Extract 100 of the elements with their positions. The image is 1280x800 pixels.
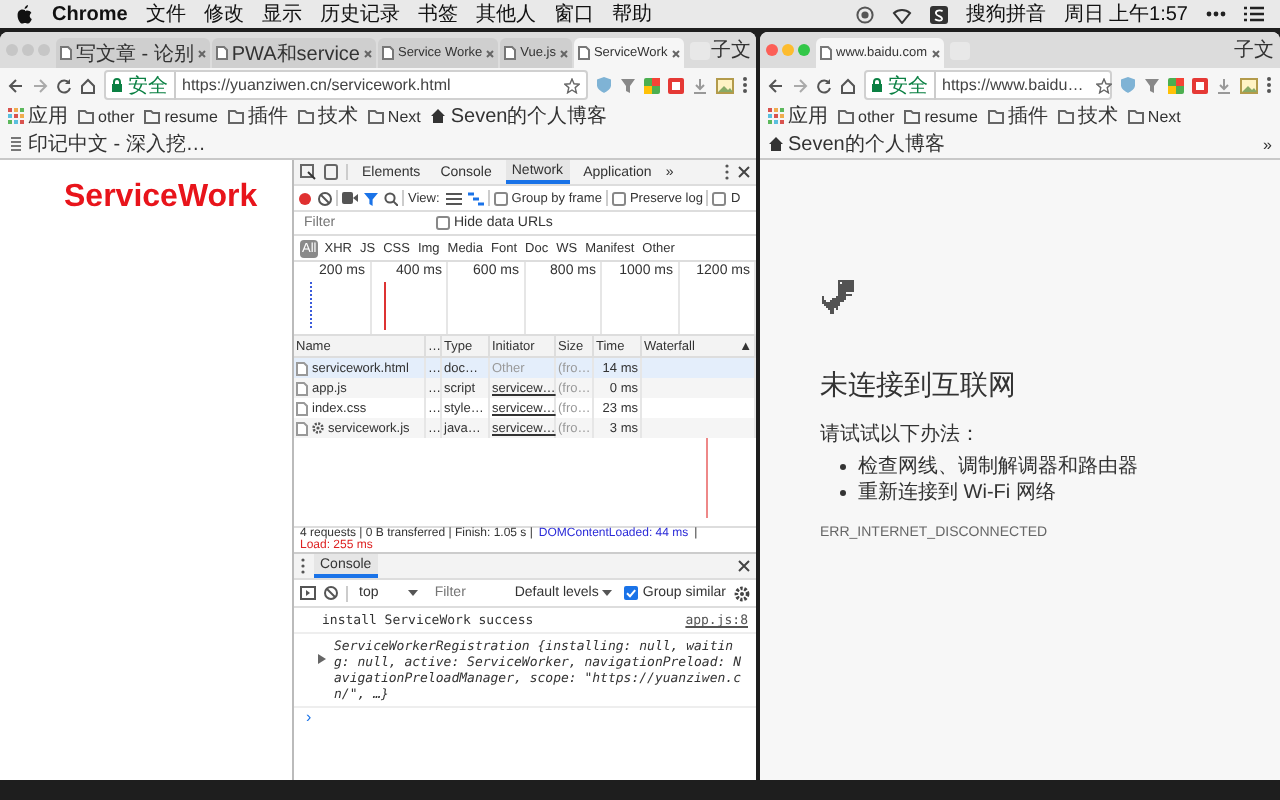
- lock-icon: [112, 78, 122, 92]
- page-favicon-icon: [60, 46, 72, 60]
- address-bar[interactable]: 安全 https://yuanziwen.cn/servicework.html: [104, 70, 588, 100]
- input-method-icon[interactable]: [929, 5, 948, 23]
- download-icon[interactable]: [1216, 77, 1232, 93]
- search-icon[interactable]: [384, 191, 398, 205]
- bookmark-item[interactable]: other: [838, 107, 895, 125]
- menu-icon[interactable]: [1266, 76, 1272, 94]
- extension-icon[interactable]: [668, 77, 684, 93]
- checkbox[interactable]: [712, 191, 727, 205]
- menu-icon[interactable]: [724, 164, 730, 180]
- image-icon[interactable]: [1240, 77, 1258, 93]
- menu-item[interactable]: 修改: [203, 0, 244, 28]
- close-icon[interactable]: [486, 49, 495, 57]
- bookmark-item[interactable]: 插件: [987, 102, 1048, 130]
- list-icon[interactable]: [1244, 6, 1264, 22]
- device-icon[interactable]: [324, 164, 338, 180]
- address-bar[interactable]: 安全 https://www.baidu…: [864, 70, 1112, 100]
- extension-icon[interactable]: [644, 77, 660, 93]
- settings-icon[interactable]: [734, 585, 750, 601]
- close-icon[interactable]: [738, 560, 750, 572]
- caret-icon: [602, 590, 613, 596]
- close-icon[interactable]: [197, 49, 206, 57]
- list-view-icon[interactable]: [445, 191, 462, 205]
- filter-icon[interactable]: [364, 191, 378, 205]
- menu-item[interactable]: 其他人: [475, 0, 536, 28]
- more-dots-icon[interactable]: [1206, 10, 1226, 18]
- page-favicon-icon: [504, 46, 517, 60]
- bookmark-item[interactable]: other: [78, 107, 135, 125]
- back-icon[interactable]: [768, 77, 784, 93]
- star-icon[interactable]: [1095, 77, 1112, 93]
- browser-tab[interactable]: 写文章 - 论别: [56, 38, 210, 68]
- bookmark-item[interactable]: 应用: [768, 102, 828, 130]
- download-icon[interactable]: [692, 77, 708, 93]
- close-icon[interactable]: [559, 49, 568, 57]
- waterfall-view-icon[interactable]: [467, 191, 484, 205]
- bookmark-item[interactable]: resume: [904, 107, 978, 125]
- reload-icon[interactable]: [56, 77, 72, 93]
- checkbox[interactable]: [611, 191, 626, 205]
- bookmark-item[interactable]: 插件: [227, 102, 288, 130]
- menu-item[interactable]: 窗口: [553, 0, 594, 28]
- menu-item[interactable]: 显示: [261, 0, 302, 28]
- bookmarks-overflow-button[interactable]: »: [1263, 135, 1272, 153]
- apple-icon[interactable]: [16, 4, 34, 24]
- bookmark-item[interactable]: Next: [367, 107, 421, 125]
- apps-grid-icon: [768, 108, 784, 124]
- camera-icon[interactable]: [342, 192, 358, 204]
- wifi-icon[interactable]: [891, 5, 912, 23]
- close-icon[interactable]: [363, 49, 372, 57]
- clock[interactable]: 周日 上午1:57: [1063, 0, 1188, 28]
- funnel-icon[interactable]: [620, 77, 636, 93]
- home-icon[interactable]: [840, 77, 856, 93]
- bookmark-item[interactable]: Seven的个人博客: [430, 102, 608, 130]
- page-favicon-icon: [381, 46, 394, 60]
- url-text[interactable]: https://www.baidu…: [942, 76, 1084, 94]
- record-icon[interactable]: [298, 191, 312, 205]
- inspect-icon[interactable]: [300, 164, 316, 180]
- close-icon[interactable]: [671, 49, 680, 57]
- bookmark-item[interactable]: 印记中文 - 深入挖…: [8, 130, 206, 158]
- menu-item[interactable]: 书签: [417, 0, 458, 28]
- expand-arrow-icon[interactable]: [318, 654, 326, 664]
- menu-item[interactable]: 帮助: [611, 0, 652, 28]
- reload-icon[interactable]: [816, 77, 832, 93]
- app-menu[interactable]: Chrome: [52, 3, 128, 25]
- sidebar-icon[interactable]: [300, 586, 316, 600]
- extension-icon[interactable]: [1192, 77, 1208, 93]
- page-icon: [8, 136, 24, 152]
- menu-item[interactable]: 历史记录: [319, 0, 400, 28]
- checkbox[interactable]: [436, 216, 450, 230]
- funnel-icon[interactable]: [1144, 77, 1160, 93]
- bookmark-item[interactable]: Seven的个人博客: [768, 130, 945, 158]
- bookmark-item[interactable]: 技术: [297, 102, 358, 130]
- input-method-label[interactable]: 搜狗拼音: [965, 0, 1046, 28]
- close-icon[interactable]: [931, 49, 940, 57]
- close-icon[interactable]: [738, 166, 750, 178]
- clear-icon[interactable]: [324, 586, 338, 600]
- gear-icon: [312, 422, 324, 434]
- extension-icon[interactable]: [1168, 77, 1184, 93]
- star-icon[interactable]: [564, 77, 580, 93]
- bookmark-item[interactable]: Next: [1127, 107, 1181, 125]
- bookmark-item[interactable]: 应用: [8, 102, 68, 130]
- bookmark-item[interactable]: resume: [144, 107, 218, 125]
- checkbox[interactable]: [493, 191, 508, 205]
- url-text[interactable]: https://yuanziwen.cn/servicework.html: [182, 76, 451, 94]
- house-icon: [430, 108, 447, 124]
- home-icon[interactable]: [80, 77, 96, 93]
- image-icon[interactable]: [716, 77, 734, 93]
- menu-icon[interactable]: [742, 76, 748, 94]
- console-prompt[interactable]: ›: [294, 704, 324, 730]
- back-icon[interactable]: [8, 77, 24, 93]
- browser-tab[interactable]: PWA和service: [211, 38, 376, 68]
- clear-icon[interactable]: [318, 191, 332, 205]
- bullet-icon: [840, 490, 846, 496]
- drawer-menu-icon[interactable]: [300, 558, 306, 574]
- menu-item[interactable]: 文件: [145, 0, 186, 28]
- dom-loaded-line: [310, 282, 312, 330]
- bookmark-item[interactable]: 技术: [1057, 102, 1118, 130]
- record-icon[interactable]: [855, 5, 874, 23]
- profile-button[interactable]: 子文: [711, 36, 752, 64]
- profile-button[interactable]: 子文: [1234, 36, 1274, 64]
